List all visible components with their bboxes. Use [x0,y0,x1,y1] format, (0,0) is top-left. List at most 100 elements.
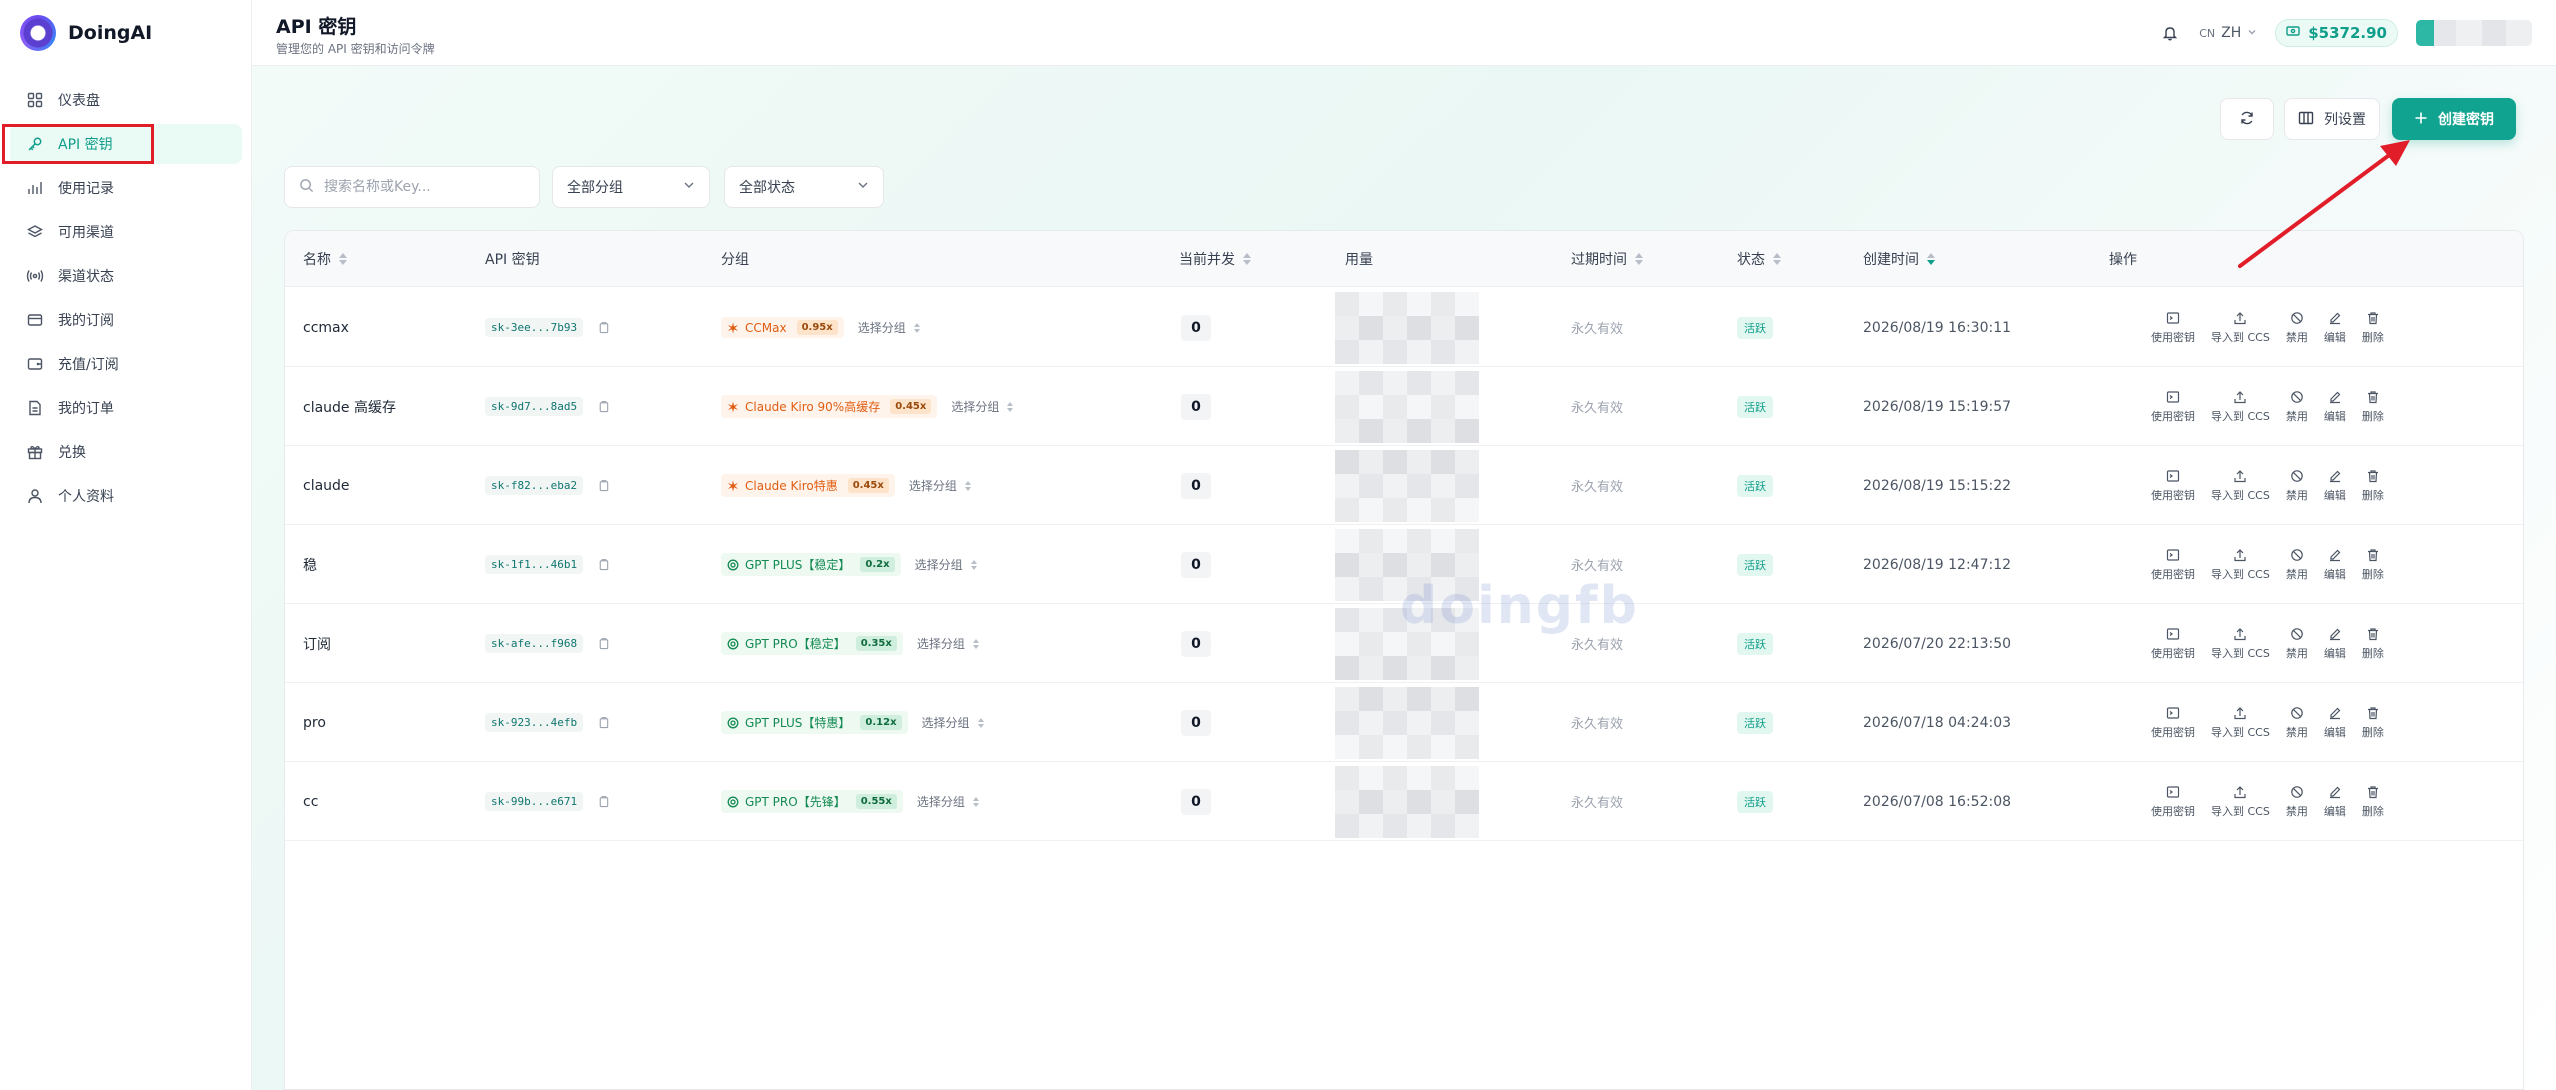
table-row: pro sk-923...4efb GPT PLUS【特惠】 0.12x 选择分组 0 永久… [285,683,2523,762]
sidebar-item-usage[interactable]: 使用记录 [10,168,242,208]
action-edit-button[interactable]: 编辑 [2324,548,2346,582]
action-use-button[interactable]: 使用密钥 [2151,311,2195,345]
sidebar-item-channel-status[interactable]: 渠道状态 [10,256,242,296]
action-delete-button[interactable]: 删除 [2362,469,2384,503]
action-import-button[interactable]: 导入到 CCS [2211,627,2270,661]
action-use-button[interactable]: 使用密钥 [2151,706,2195,740]
action-disable-button[interactable]: 禁用 [2286,548,2308,582]
action-delete-button[interactable]: 删除 [2362,548,2384,582]
action-edit-button[interactable]: 编辑 [2324,785,2346,819]
openai-icon [727,559,739,571]
column-header-name[interactable]: 名称 [303,231,347,287]
column-header-created[interactable]: 创建时间 [1863,231,1935,287]
action-import-button[interactable]: 导入到 CCS [2211,785,2270,819]
choose-group-select[interactable]: 选择分组 [922,714,984,731]
action-delete-button[interactable]: 删除 [2362,390,2384,424]
row-actions: 使用密钥 导入到 CCS 禁用 编辑 删除 [2151,311,2384,345]
action-disable-button[interactable]: 禁用 [2286,311,2308,345]
action-disable-button[interactable]: 禁用 [2286,706,2308,740]
choose-group-select[interactable]: 选择分组 [915,556,977,573]
action-disable-button[interactable]: 禁用 [2286,390,2308,424]
api-key-value[interactable]: sk-afe...f968 [485,634,584,653]
upload-icon [2233,627,2247,641]
sidebar-item-profile[interactable]: 个人资料 [10,476,242,516]
action-use-button[interactable]: 使用密钥 [2151,469,2195,503]
action-import-button[interactable]: 导入到 CCS [2211,469,2270,503]
action-delete-button[interactable]: 删除 [2362,627,2384,661]
copy-icon[interactable] [597,558,611,572]
cell-key: sk-9d7...8ad5 [485,367,611,446]
group-ratio: 0.45x [847,478,889,493]
choose-group-select[interactable]: 选择分组 [917,635,979,652]
action-import-button[interactable]: 导入到 CCS [2211,390,2270,424]
copy-icon[interactable] [597,479,611,493]
copy-icon[interactable] [597,716,611,730]
column-header-concurrency[interactable]: 当前并发 [1179,231,1251,287]
action-disable-button[interactable]: 禁用 [2286,785,2308,819]
api-key-value[interactable]: sk-9d7...8ad5 [485,397,584,416]
column-header-expire[interactable]: 过期时间 [1571,231,1643,287]
sidebar-item-redeem[interactable]: 兑换 [10,432,242,472]
action-edit-button[interactable]: 编辑 [2324,311,2346,345]
plus-icon [2414,111,2428,128]
choose-group-select[interactable]: 选择分组 [917,793,979,810]
action-disable-button[interactable]: 禁用 [2286,469,2308,503]
brand[interactable]: DoingAI [20,14,152,52]
action-use-button[interactable]: 使用密钥 [2151,785,2195,819]
sidebar-item-recharge[interactable]: 充值/订阅 [10,344,242,384]
concurrency-value: 0 [1181,472,1211,499]
copy-icon[interactable] [597,321,611,335]
api-key-value[interactable]: sk-3ee...7b93 [485,318,584,337]
copy-icon[interactable] [597,795,611,809]
balance-badge[interactable]: $5372.90 [2275,19,2398,47]
status-badge: 活跃 [1737,790,1773,813]
copy-icon[interactable] [597,400,611,414]
column-header-status[interactable]: 状态 [1737,231,1781,287]
action-label: 禁用 [2285,488,2308,502]
sidebar-item-label: 可用渠道 [58,225,114,241]
api-key-value[interactable]: sk-99b...e671 [485,792,584,811]
action-edit-button[interactable]: 编辑 [2324,627,2346,661]
upload-icon [2233,311,2247,325]
action-import-button[interactable]: 导入到 CCS [2211,311,2270,345]
action-use-button[interactable]: 使用密钥 [2151,390,2195,424]
sidebar-item-api-keys[interactable]: API 密钥 [10,124,242,164]
copy-icon[interactable] [597,637,611,651]
action-disable-button[interactable]: 禁用 [2286,627,2308,661]
action-delete-button[interactable]: 删除 [2362,311,2384,345]
api-key-value[interactable]: sk-923...4efb [485,713,584,732]
action-label: 删除 [2361,409,2384,423]
expire-value: 永久有效 [1571,559,1624,574]
bell-icon[interactable] [2159,22,2181,44]
action-edit-button[interactable]: 编辑 [2324,706,2346,740]
language-switcher[interactable]: CN ZH [2199,25,2257,41]
action-delete-button[interactable]: 删除 [2362,785,2384,819]
choose-group-select[interactable]: 选择分组 [951,398,1014,415]
sidebar-item-channels[interactable]: 可用渠道 [10,212,242,252]
avatar[interactable] [2416,20,2532,46]
refresh-button[interactable] [2220,98,2274,140]
action-delete-button[interactable]: 删除 [2362,706,2384,740]
action-edit-button[interactable]: 编辑 [2324,390,2346,424]
action-import-button[interactable]: 导入到 CCS [2211,548,2270,582]
action-import-button[interactable]: 导入到 CCS [2211,706,2270,740]
status-filter-select[interactable]: 全部状态 [724,166,884,208]
create-key-button[interactable]: 创建密钥 [2392,98,2516,140]
choose-group-select[interactable]: 选择分组 [909,477,971,494]
search-input[interactable] [324,179,524,195]
group-filter-select[interactable]: 全部分组 [552,166,710,208]
action-edit-button[interactable]: 编辑 [2324,469,2346,503]
sidebar-item-dashboard[interactable]: 仪表盘 [10,80,242,120]
action-label: 编辑 [2323,646,2346,660]
column-settings-button[interactable]: 列设置 [2284,98,2380,140]
search-box[interactable] [284,166,540,208]
action-use-button[interactable]: 使用密钥 [2151,627,2195,661]
group-ratio: 0.35x [855,636,897,651]
choose-group-select[interactable]: 选择分组 [858,319,920,336]
api-key-value[interactable]: sk-f82...eba2 [485,476,584,495]
api-key-value[interactable]: sk-1f1...46b1 [485,555,584,574]
sidebar-item-orders[interactable]: 我的订单 [10,388,242,428]
sidebar-item-subscriptions[interactable]: 我的订阅 [10,300,242,340]
sidebar-item-label: 兑换 [58,445,86,461]
action-use-button[interactable]: 使用密钥 [2151,548,2195,582]
